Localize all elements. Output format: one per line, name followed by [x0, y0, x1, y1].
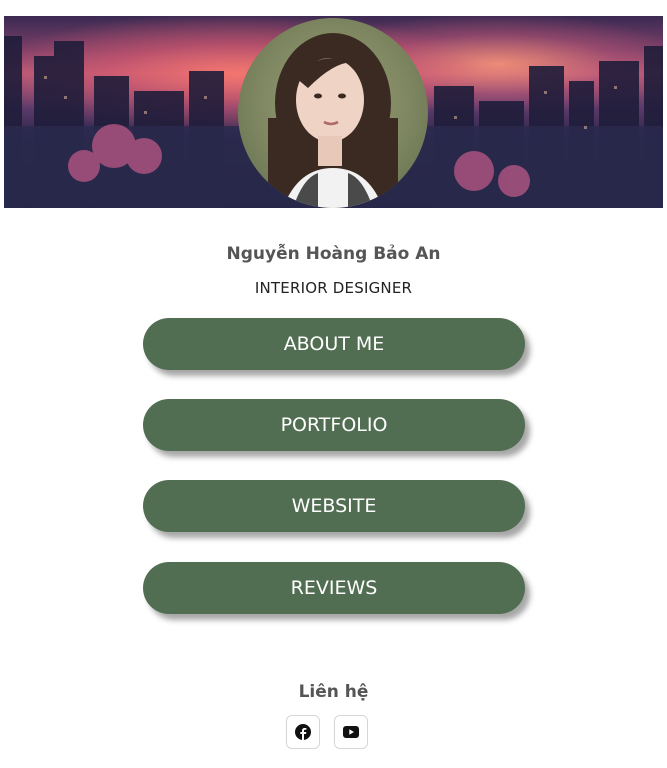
about-me-button[interactable]: ABOUT ME [143, 318, 525, 370]
reviews-button[interactable]: REVIEWS [143, 562, 525, 614]
profile-avatar [238, 18, 428, 208]
profile-title: INTERIOR DESIGNER [254, 279, 413, 297]
youtube-button[interactable] [334, 715, 368, 749]
profile-photo [268, 33, 398, 208]
youtube-icon [343, 726, 359, 738]
portfolio-button[interactable]: PORTFOLIO [143, 399, 525, 451]
profile-name: Nguyễn Hoàng Bảo An [226, 244, 441, 264]
website-button[interactable]: WEBSITE [143, 480, 525, 532]
facebook-button[interactable] [286, 715, 320, 749]
facebook-icon [295, 724, 311, 740]
contact-heading: Liên hệ [298, 682, 369, 702]
